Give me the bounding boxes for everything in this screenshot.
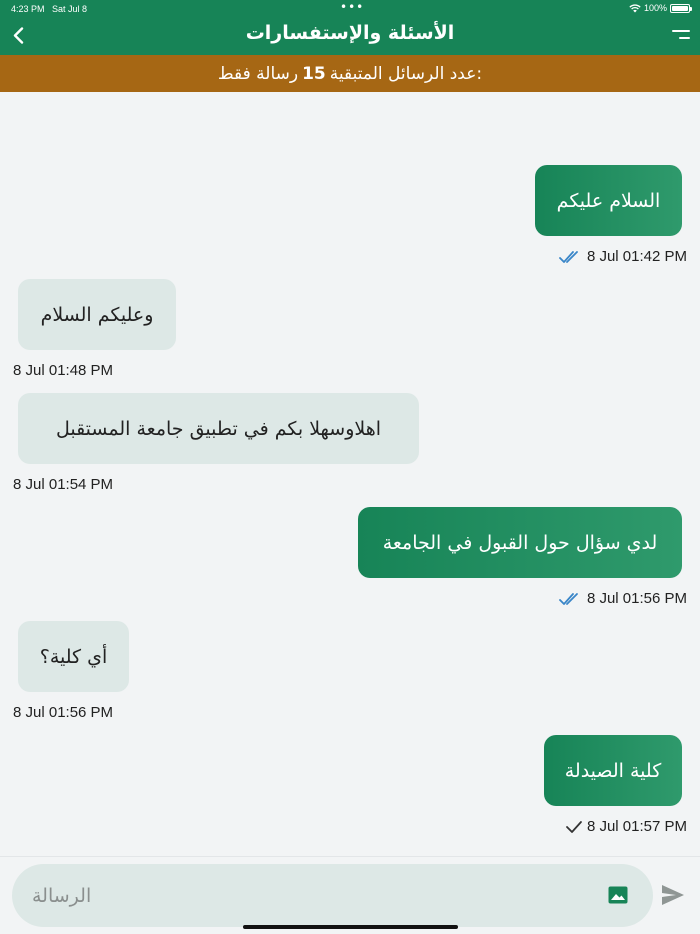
message-text: السلام عليكم — [556, 189, 661, 212]
message-timestamp: 8 Jul 01:48 PM — [13, 362, 114, 379]
double-check-icon — [559, 592, 578, 605]
message-bubble-outgoing[interactable]: لدي سؤال حول القبول في الجامعة — [358, 507, 682, 578]
message-meta: 8 Jul 01:57 PM — [565, 818, 687, 835]
double-check-icon — [559, 250, 578, 263]
attach-image-button[interactable] — [608, 886, 628, 904]
check-icon — [566, 820, 582, 833]
message-timestamp: 8 Jul 01:57 PM — [586, 818, 687, 835]
message-text: وعليكم السلام — [40, 303, 154, 326]
message-timestamp: 8 Jul 01:56 PM — [586, 590, 687, 607]
menu-button[interactable] — [668, 26, 690, 46]
message-timestamp: 8 Jul 01:42 PM — [586, 248, 687, 265]
message-bubble-incoming[interactable]: وعليكم السلام — [18, 279, 176, 350]
wifi-icon — [629, 3, 641, 12]
battery-percent: 100% — [643, 3, 667, 13]
message-bubble-outgoing[interactable]: السلام عليكم — [535, 165, 682, 236]
banner-suffix: رسالة فقط — [217, 63, 299, 84]
status-indicators: 100% — [629, 3, 692, 13]
message-bubble-incoming[interactable]: أي كلية؟ — [18, 621, 129, 692]
message-text: أي كلية؟ — [39, 645, 108, 668]
menu-icon-line — [679, 37, 690, 39]
message-timestamp: 8 Jul 01:56 PM — [13, 704, 114, 721]
message-text: اهلاوسهلا بكم في تطبيق جامعة المستقبل — [55, 417, 382, 440]
top-bar: 4:23 PM Sat Jul 8 ••• 100% الأسئلة والإس… — [0, 0, 700, 55]
remaining-messages-banner: رسالة فقط 15 عدد الرسائل المتبقية: — [0, 55, 700, 92]
menu-icon-line — [672, 30, 690, 32]
message-meta: 8 Jul 01:54 PM — [13, 476, 113, 493]
message-text: كلية الصيدلة — [564, 759, 662, 782]
banner-prefix: عدد الرسائل المتبقية: — [329, 63, 483, 84]
status-time: 4:23 PM — [11, 4, 45, 14]
message-meta: 8 Jul 01:48 PM — [13, 362, 113, 379]
message-meta: 8 Jul 01:56 PM — [559, 590, 687, 607]
message-bubble-incoming[interactable]: اهلاوسهلا بكم في تطبيق جامعة المستقبل — [18, 393, 419, 464]
multitasking-dots[interactable]: ••• — [340, 0, 364, 14]
message-timestamp: 8 Jul 01:54 PM — [13, 476, 114, 493]
banner-count: 15 — [302, 63, 326, 84]
message-bubble-outgoing[interactable]: كلية الصيدلة — [544, 735, 682, 806]
message-composer — [12, 864, 653, 927]
status-date: Sat Jul 8 — [52, 4, 88, 14]
message-meta: 8 Jul 01:42 PM — [559, 248, 687, 265]
battery-icon — [670, 3, 692, 13]
message-meta: 8 Jul 01:56 PM — [13, 704, 113, 721]
message-text: لدي سؤال حول القبول في الجامعة — [382, 531, 658, 554]
page-title: الأسئلة والإستفسارات — [245, 22, 455, 44]
send-button[interactable] — [661, 884, 685, 906]
send-icon — [662, 885, 684, 905]
home-indicator — [243, 925, 458, 929]
message-input[interactable] — [32, 864, 598, 927]
image-icon — [608, 886, 628, 904]
